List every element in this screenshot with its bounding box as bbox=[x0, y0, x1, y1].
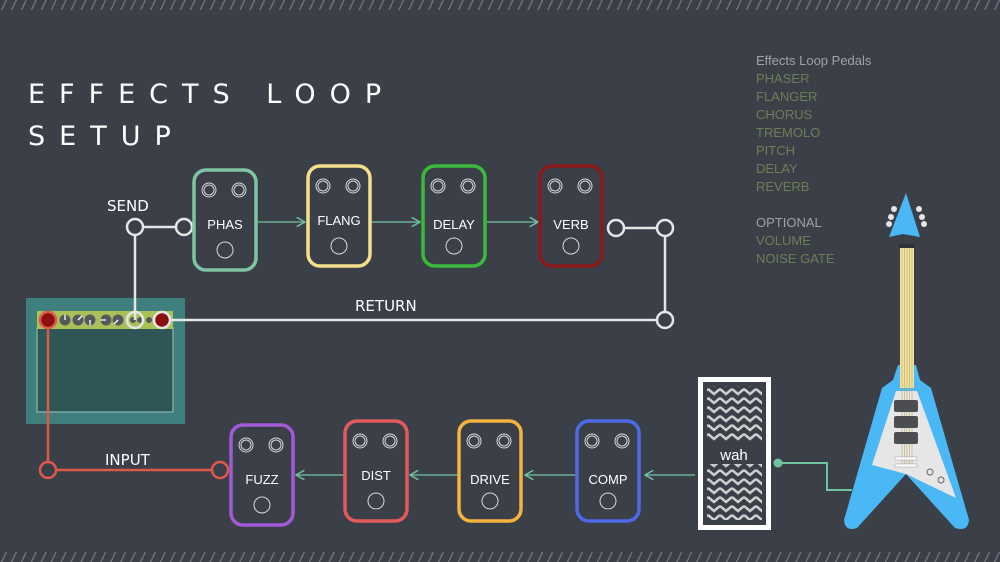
pedal-label: DRIVE bbox=[470, 472, 510, 487]
phaser-in-jack bbox=[174, 217, 194, 237]
signal-chain-diagram: PHAS FLANG DELAY VERB FUZZ DIST DRIVE COMP wah bbox=[26, 164, 969, 530]
loop-pedals: PHAS FLANG DELAY VERB bbox=[192, 164, 604, 272]
pedal-verb[interactable]: VERB bbox=[538, 164, 604, 268]
guitar-tailpiece bbox=[894, 463, 918, 468]
fuzz-out-jack bbox=[210, 460, 230, 480]
pedal-housing bbox=[421, 164, 487, 268]
amp-return-jack bbox=[152, 310, 172, 330]
pedal-comp[interactable]: COMP bbox=[575, 419, 641, 523]
return-end-jack bbox=[655, 310, 675, 330]
send-jack bbox=[125, 217, 145, 237]
guitar-headstock bbox=[889, 193, 920, 237]
return-corner-jack bbox=[655, 218, 675, 238]
guitar-nut bbox=[899, 244, 915, 248]
pedal-housing bbox=[538, 164, 604, 268]
pedal-label: VERB bbox=[553, 217, 588, 232]
guitar-bridge bbox=[894, 456, 918, 461]
input-corner-jack bbox=[38, 460, 58, 480]
pedal-flang[interactable]: FLANG bbox=[306, 164, 372, 268]
amp-input-jack bbox=[38, 310, 58, 330]
pedal-dist[interactable]: DIST bbox=[343, 419, 409, 523]
pedal-delay[interactable]: DELAY bbox=[421, 164, 487, 268]
pedal-label: FUZZ bbox=[245, 472, 278, 487]
guitar-pickup-1 bbox=[894, 400, 918, 412]
pedal-label: PHAS bbox=[207, 217, 243, 232]
guitar-pickup-2 bbox=[894, 416, 918, 428]
reverb-out-jack bbox=[606, 218, 626, 238]
wah-label: wah bbox=[719, 447, 748, 464]
wah-in-jack bbox=[773, 458, 783, 468]
input-pedals: FUZZ DIST DRIVE COMP bbox=[229, 419, 641, 527]
pedal-label: DIST bbox=[361, 468, 391, 483]
flying-v-guitar bbox=[844, 193, 969, 529]
pedal-label: DELAY bbox=[433, 217, 475, 232]
pedal-housing bbox=[575, 419, 641, 523]
pedal-phas[interactable]: PHAS bbox=[192, 168, 258, 272]
wah-pedal[interactable]: wah bbox=[698, 377, 771, 530]
guitar-pickup-3 bbox=[894, 432, 918, 444]
wah-tread-bottom bbox=[707, 464, 762, 520]
pedal-drive[interactable]: DRIVE bbox=[457, 419, 523, 523]
guitar-cable bbox=[778, 462, 852, 491]
amp-grille bbox=[36, 327, 174, 413]
pedal-housing bbox=[457, 419, 523, 523]
pedal-label: COMP bbox=[589, 472, 628, 487]
pedal-label: FLANG bbox=[317, 213, 360, 228]
wah-tread-top bbox=[707, 386, 762, 442]
pedal-fuzz[interactable]: FUZZ bbox=[229, 423, 295, 527]
